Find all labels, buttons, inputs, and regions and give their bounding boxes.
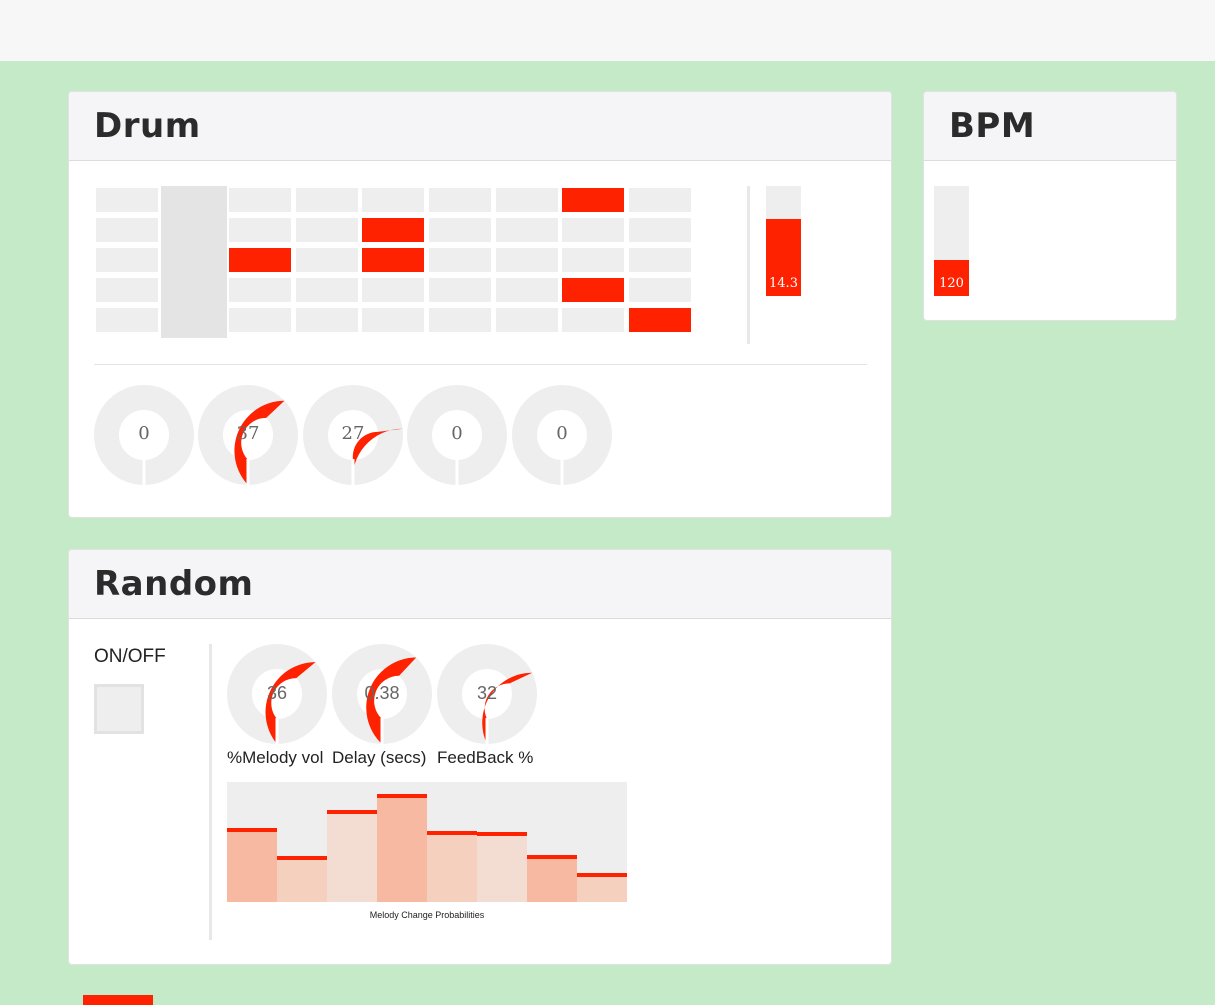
dial-value: 0.38 (364, 683, 400, 703)
matrix-cell[interactable] (96, 218, 158, 242)
top-bar (0, 0, 1215, 61)
matrix-cell[interactable] (229, 278, 292, 302)
matrix-cell[interactable] (295, 308, 358, 332)
feedback-dial[interactable]: 32 (437, 644, 537, 744)
drum-section-divider (94, 364, 867, 365)
matrix-cell[interactable] (562, 308, 625, 332)
matrix-cell[interactable] (295, 248, 358, 272)
dial-value: 37 (236, 423, 260, 444)
matrix-cell[interactable] (495, 218, 558, 242)
matrix-cell[interactable] (362, 248, 425, 272)
multislider-bar[interactable] (577, 873, 627, 902)
random-divider (209, 644, 212, 940)
multislider-bar-cap (427, 831, 477, 836)
matrix-cell[interactable] (162, 278, 225, 302)
matrix-cell[interactable] (162, 308, 225, 332)
drum-dial[interactable]: 37 (198, 385, 298, 485)
multislider-caption: Melody Change Probabilities (369, 910, 485, 920)
multislider-bar[interactable] (277, 856, 327, 902)
matrix-cell[interactable] (429, 308, 491, 332)
matrix-cell[interactable] (229, 188, 292, 212)
matrix-cell[interactable] (96, 278, 158, 302)
matrix-cell[interactable] (229, 218, 292, 242)
matrix-cell[interactable] (362, 218, 425, 242)
drum-title: Drum (94, 106, 201, 146)
drum-panel-header: Drum (69, 92, 891, 161)
random-title: Random (94, 564, 254, 604)
footer-badge (83, 995, 153, 1005)
drum-slider-value: 14.3 (769, 276, 798, 291)
matrix-cell[interactable] (628, 308, 691, 332)
multislider-bar-cap (527, 855, 577, 860)
drum-dial[interactable]: 0 (407, 385, 507, 485)
matrix-cell[interactable] (429, 218, 491, 242)
matrix-cell[interactable] (362, 188, 425, 212)
onoff-toggle[interactable] (94, 684, 144, 734)
onoff-label: ON/OFF (94, 646, 166, 667)
matrix-cell[interactable] (162, 218, 225, 242)
delay-dial[interactable]: 0.38 (332, 644, 432, 744)
matrix-cell[interactable] (562, 188, 625, 212)
drum-divider (747, 186, 750, 344)
melody-volume-label: Melody vol% (227, 748, 324, 767)
drum-dial[interactable]: 0 (512, 385, 612, 485)
multislider-bar-cap (227, 827, 277, 832)
multislider-bar[interactable] (477, 832, 527, 902)
dial-value: 32 (476, 683, 498, 703)
matrix-cell[interactable] (295, 278, 358, 302)
multislider-bar-cap (377, 794, 427, 798)
multislider-bar-cap (577, 873, 627, 878)
matrix-cell[interactable] (628, 278, 691, 302)
multislider-bar[interactable] (327, 809, 377, 902)
bpm-title: BPM (949, 106, 1036, 146)
dial-value: 0 (451, 423, 463, 444)
matrix-cell[interactable] (429, 188, 491, 212)
matrix-cell[interactable] (495, 278, 558, 302)
matrix-cell[interactable] (628, 218, 691, 242)
matrix-cell[interactable] (562, 218, 625, 242)
matrix-cell[interactable] (229, 308, 292, 332)
matrix-cell[interactable] (495, 248, 558, 272)
delay-label: Delay (secs) (332, 748, 427, 767)
dial-value: 27 (341, 423, 365, 444)
multislider-bar[interactable] (527, 855, 577, 902)
matrix-cell[interactable] (229, 248, 292, 272)
matrix-cell[interactable] (295, 188, 358, 212)
bpm-panel-header: BPM (924, 92, 1176, 161)
matrix-cell[interactable] (362, 308, 425, 332)
multislider-bar[interactable] (427, 831, 477, 902)
matrix-cell[interactable] (96, 188, 158, 212)
matrix-cell[interactable] (362, 278, 425, 302)
feedback-label: FeedBack % (437, 748, 534, 767)
bpm-slider-value: 120 (939, 276, 964, 291)
matrix-cell[interactable] (96, 308, 158, 332)
matrix-cell[interactable] (295, 218, 358, 242)
drum-dial[interactable]: 27 (303, 385, 403, 485)
multislider-bar[interactable] (227, 827, 277, 902)
dial-value: 0 (138, 423, 150, 444)
drum-volume-slider[interactable]: 14.3 (766, 186, 801, 296)
matrix-cell[interactable] (562, 248, 625, 272)
multislider-bar[interactable] (377, 794, 427, 902)
matrix-cell[interactable] (96, 248, 158, 272)
multislider-bar-cap (477, 832, 527, 837)
melody-probability-multislider[interactable] (227, 782, 627, 902)
matrix-cell[interactable] (628, 248, 691, 272)
matrix-cell[interactable] (628, 188, 691, 212)
matrix-cell[interactable] (495, 188, 558, 212)
random-panel-header: Random (69, 550, 891, 619)
matrix-cell[interactable] (162, 188, 225, 212)
drum-dial[interactable]: 0 (94, 385, 194, 485)
multislider-bar-cap (327, 809, 377, 814)
matrix-cell[interactable] (429, 248, 491, 272)
matrix-cell[interactable] (562, 278, 625, 302)
multislider-bar-cap (277, 856, 327, 861)
matrix-cell[interactable] (162, 248, 225, 272)
melody-volume-dial[interactable]: 36 (227, 644, 327, 744)
dial-value: 0 (556, 423, 568, 444)
matrix-cell[interactable] (429, 278, 491, 302)
matrix-cell[interactable] (495, 308, 558, 332)
dial-value: 36 (266, 683, 288, 703)
bpm-slider[interactable]: 120 (934, 186, 969, 296)
